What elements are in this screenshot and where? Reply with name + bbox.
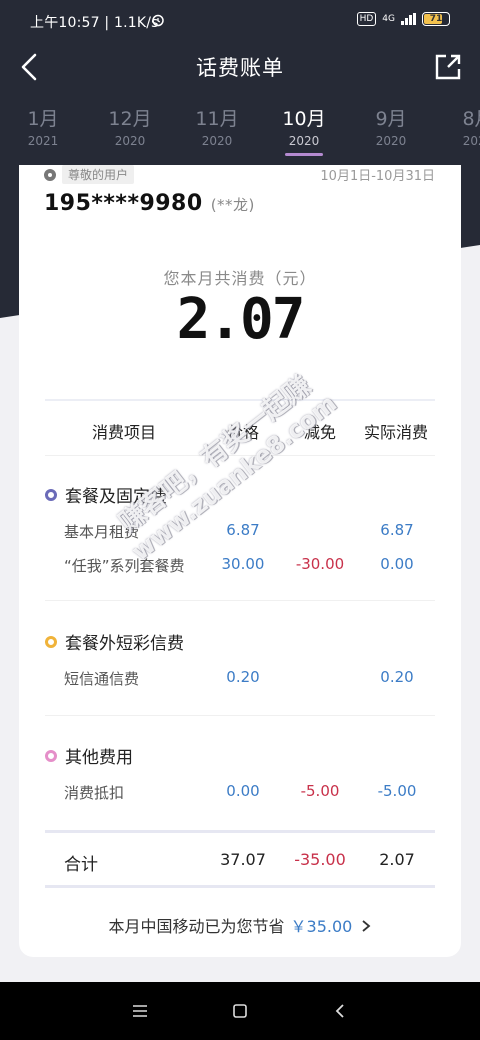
sum-actual: 2.07 [379,850,415,869]
app-header: 话费账单 [0,44,480,90]
section-title: 其他费用 [65,748,133,768]
section-bullet-icon [45,635,57,648]
month-tab[interactable]: 1月 2021 [8,104,78,148]
section-bullet-icon [45,488,57,501]
month-tab-year: 2020 [114,134,146,148]
month-tab[interactable]: 12月 2020 [95,104,165,148]
share-button[interactable] [432,50,464,84]
network-label: 4G [382,14,395,24]
month-tab[interactable]: 10月 2020 [269,104,339,156]
chevron-right-icon [362,920,371,932]
battery-icon: 71 [422,12,450,26]
hd-badge: HD [356,12,377,26]
status-time-speed: 上午10:57 | 1.1K/s [30,15,159,31]
month-tab-year: 2020 [375,134,407,148]
sum-label: 合计 [64,855,98,875]
month-tab-label: 12月 [108,108,152,130]
row-price: 0.20 [226,668,260,686]
month-tab[interactable]: 8月 2020 [443,104,480,148]
row-actual: 0.00 [380,555,414,573]
month-tab-year: 2021 [27,134,59,148]
sum-price: 37.07 [220,850,266,869]
row-price: 6.87 [226,521,260,539]
menu-button[interactable] [110,982,170,1040]
row-actual: 0.20 [380,668,414,686]
row-discount: -5.00 [300,782,340,800]
divider [45,399,435,401]
month-tab-label: 9月 [375,108,407,130]
system-nav-bar [0,982,480,1040]
total-value: 2.07 [176,287,306,352]
nav-back-button[interactable] [310,982,370,1040]
section-bullet-icon [45,749,57,762]
col-header-item: 消费项目 [92,423,157,442]
account-name: (**龙) [210,196,255,214]
status-bar: 上午10:57 | 1.1K/s HD 4G 71 [0,0,480,42]
row-price: 0.00 [226,782,260,800]
month-tab-label: 1月 [27,108,59,130]
section-header: 套餐外短彩信费 [45,629,184,654]
home-button[interactable] [210,982,270,1040]
alarm-icon [151,13,165,31]
section-title: 套餐及固定费 [65,487,167,507]
signal-icon [401,13,416,25]
savings-amount: ￥35.00 [290,917,353,936]
nav-back-icon [335,1004,344,1018]
row-discount: -30.00 [295,555,345,573]
row-actual: -5.00 [377,782,417,800]
section-header: 套餐及固定费 [45,482,167,507]
month-tab-label: 10月 [282,108,326,130]
month-tab-label: 8月 [462,108,480,130]
share-icon [435,54,461,80]
section-title: 套餐外短彩信费 [65,634,184,654]
month-tab[interactable]: 11月 2020 [182,104,252,148]
sum-discount: -35.00 [294,850,346,869]
col-header-discount: 减免 [304,423,337,442]
row-actual: 6.87 [380,521,414,539]
savings-link[interactable]: 本月中国移动已为您节省 ￥35.00 [19,913,461,937]
user-tag: 尊敬的用户 [62,165,135,184]
active-tab-indicator [285,153,323,156]
row-label: 消费抵扣 [64,784,125,802]
row-label: “任我”系列套餐费 [64,557,185,575]
home-icon [233,1004,247,1018]
month-tabs: 1月 2021 12月 2020 11月 2020 10月 2020 9月 2020 8月 2020 [0,104,480,164]
menu-icon [133,1005,147,1017]
col-header-price: 价格 [227,423,260,442]
user-dot-icon [44,168,56,181]
month-tab[interactable]: 9月 2020 [356,104,426,148]
month-tab-year: 2020 [201,134,233,148]
section-header: 其他费用 [45,743,133,768]
divider [45,715,435,716]
divider [45,885,435,888]
savings-text: 本月中国移动已为您节省 [108,917,285,936]
bill-card: 尊敬的用户 10月1日-10月31日 195****9980 (**龙) 您本月共… [19,165,461,957]
row-label: 短信通信费 [64,670,140,688]
phone-number: 195****9980 (**龙) [44,191,255,216]
user-row: 尊敬的用户 [44,165,135,184]
col-header-actual: 实际消费 [364,423,429,442]
billing-period: 10月1日-10月31日 [320,169,435,184]
row-price: 30.00 [221,555,265,573]
page-title: 话费账单 [196,56,284,80]
divider [45,455,435,456]
total-label: 您本月共消费（元） [163,269,317,288]
month-tab-year: 2020 [288,134,320,148]
divider [45,600,435,601]
divider [45,830,435,833]
month-tab-label: 11月 [195,108,239,130]
month-tab-year: 2020 [462,134,480,148]
row-label: 基本月租费 [64,523,140,541]
